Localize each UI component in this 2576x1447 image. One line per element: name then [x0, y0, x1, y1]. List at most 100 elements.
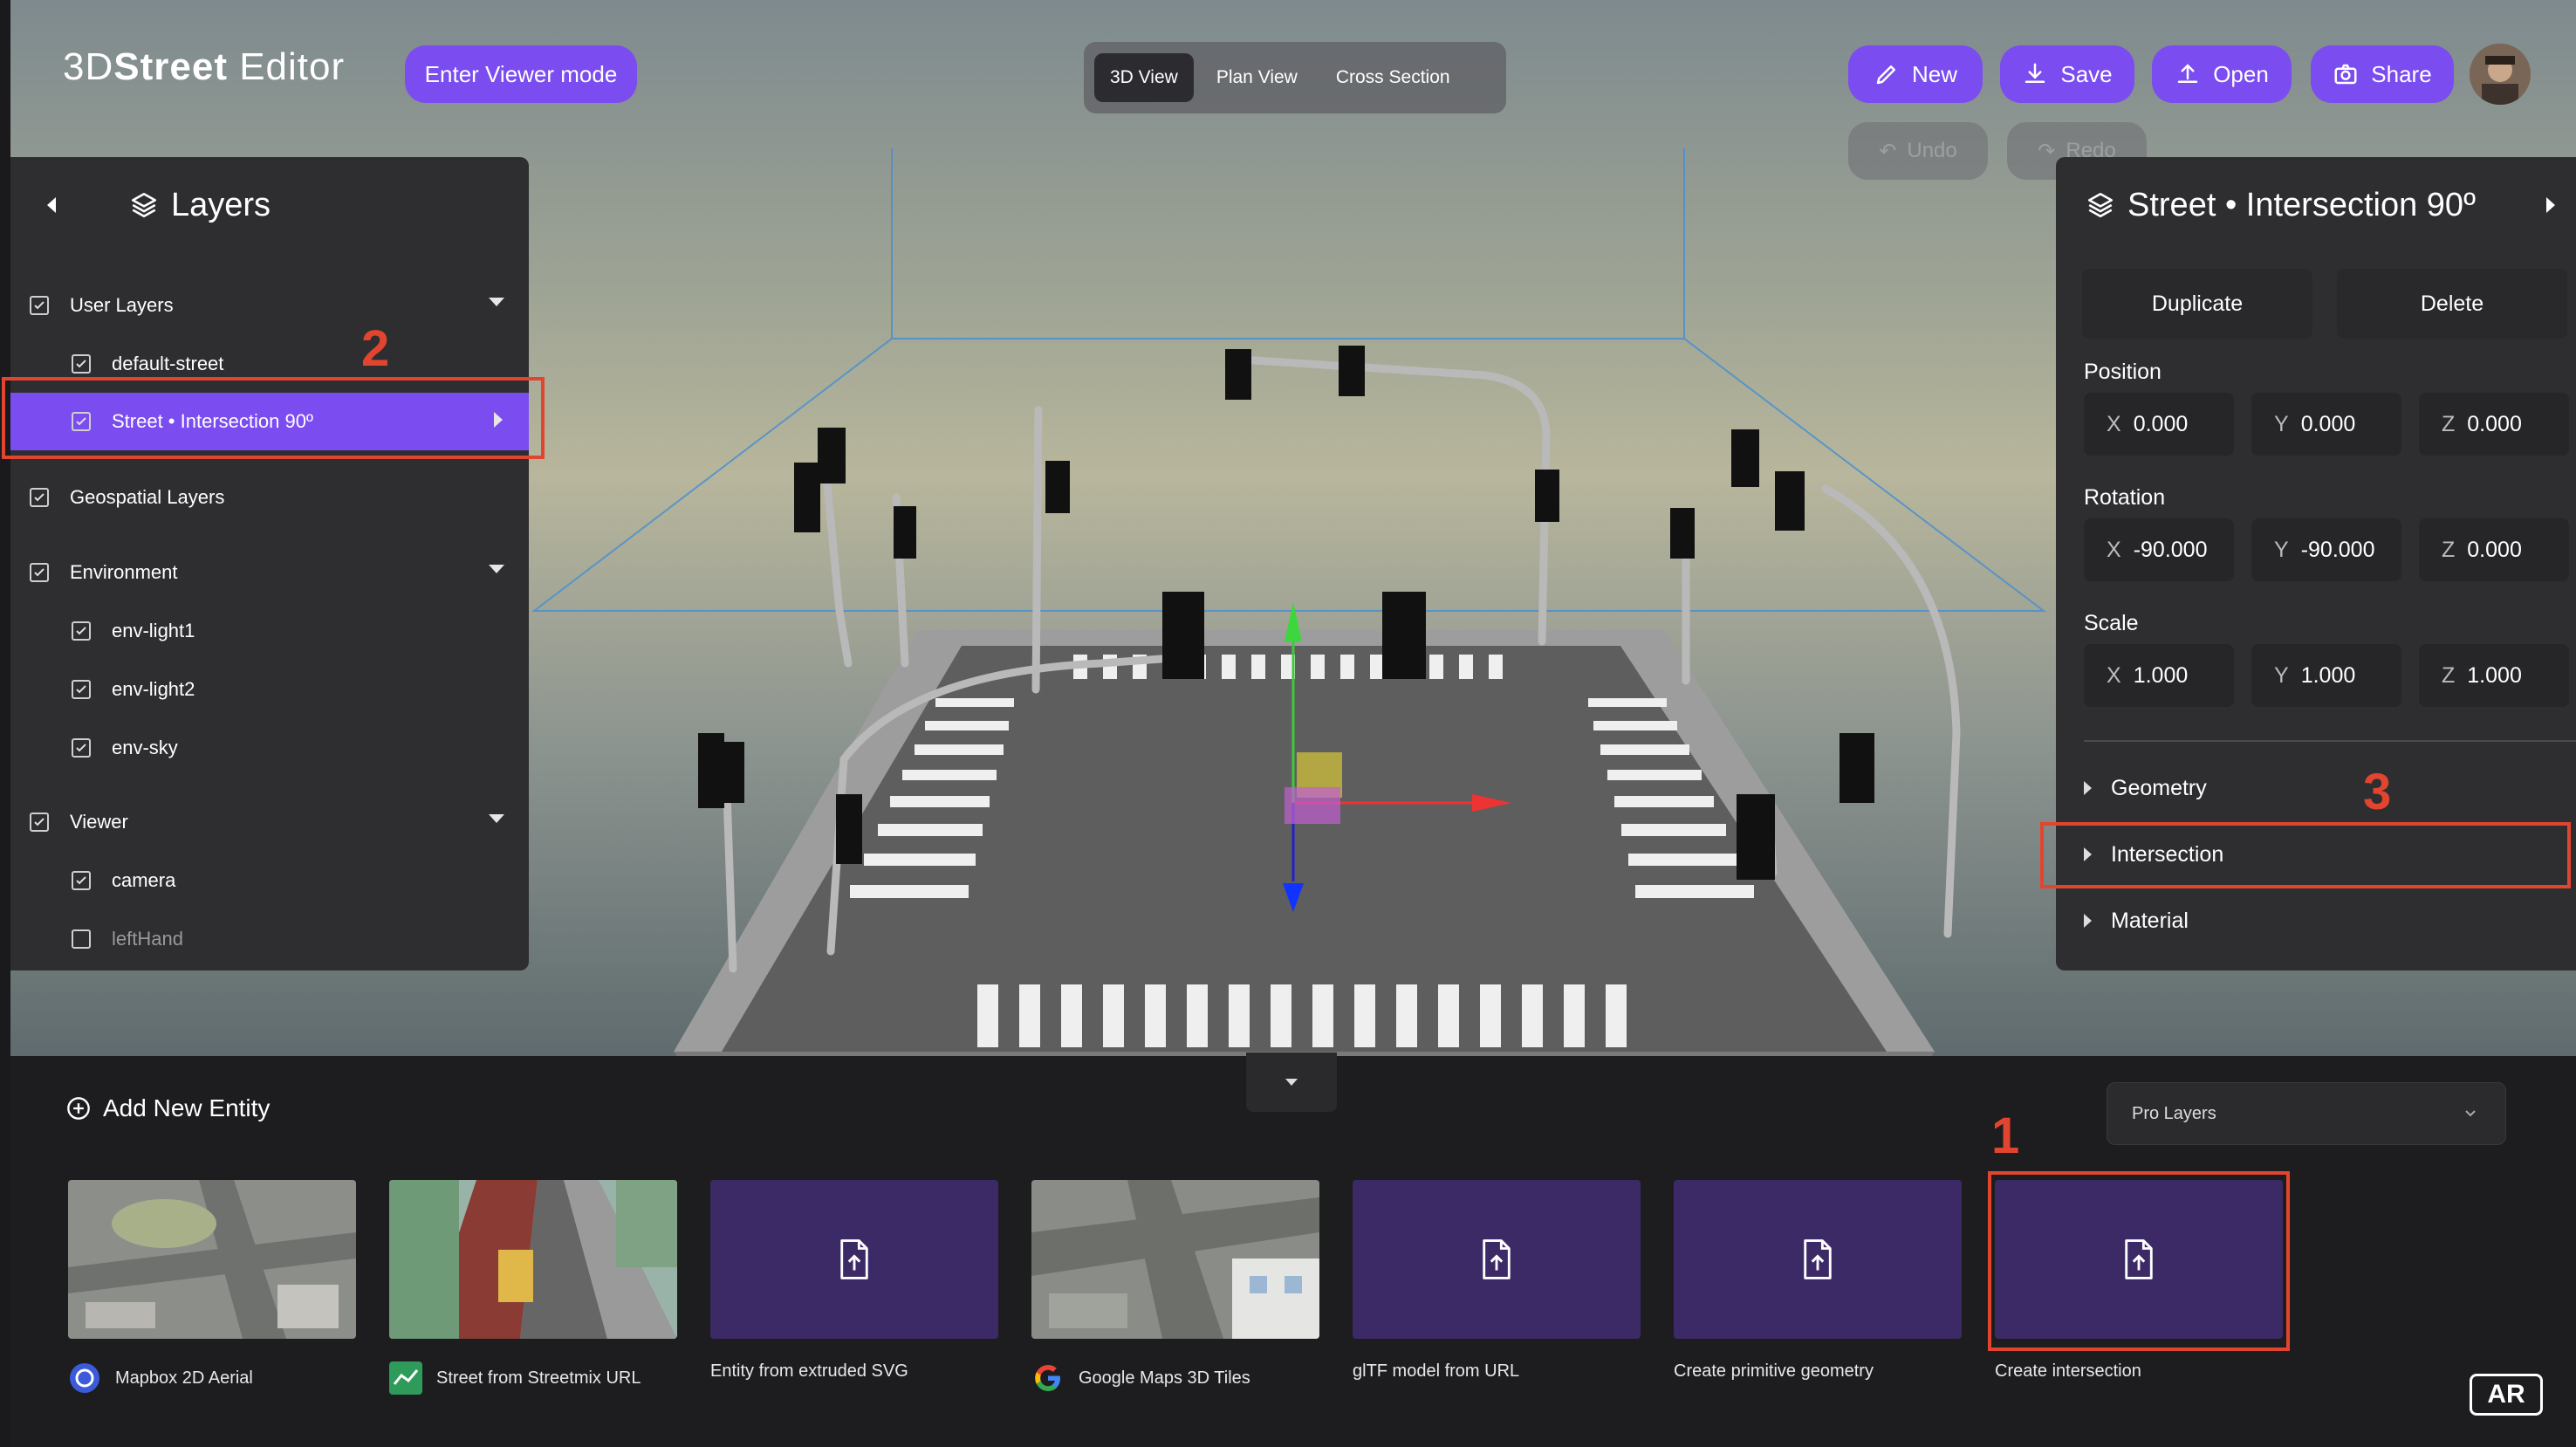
checkbox-icon[interactable]: [72, 680, 91, 699]
divider: [2084, 740, 2576, 742]
chevron-down-icon[interactable]: [489, 814, 504, 823]
entity-label-gltf: glTF model from URL: [1353, 1361, 1520, 1381]
file-upload-icon: [1804, 1239, 1832, 1279]
entity-card-mapbox[interactable]: [68, 1180, 356, 1339]
tab-3d-view[interactable]: 3D View: [1094, 53, 1194, 102]
layer-label: Viewer: [70, 811, 128, 833]
streetmix-icon: [389, 1361, 422, 1395]
checkbox-icon[interactable]: [30, 296, 49, 315]
undo-button[interactable]: ↶ Undo: [1848, 122, 1988, 180]
tab-plan-view[interactable]: Plan View: [1201, 53, 1313, 102]
delete-button[interactable]: Delete: [2337, 269, 2567, 339]
entity-label-google-tiles: Google Maps 3D Tiles: [1031, 1361, 1250, 1395]
tab-cross-section[interactable]: Cross Section: [1320, 53, 1466, 102]
position-y-field[interactable]: Y 0.000: [2251, 393, 2401, 456]
ar-button[interactable]: AR: [2470, 1374, 2543, 1416]
axis-y-label: Y: [2274, 537, 2289, 562]
entity-card-google-tiles[interactable]: [1031, 1180, 1319, 1339]
file-upload-icon: [840, 1239, 868, 1279]
layers-icon: [2087, 192, 2114, 218]
layer-group-user-layers[interactable]: User Layers: [10, 277, 529, 334]
section-label: Geometry: [2111, 775, 2207, 800]
annotation-box-1: [1988, 1171, 2290, 1351]
entity-label-extruded-svg: Entity from extruded SVG: [710, 1361, 908, 1381]
dropdown-value: Pro Layers: [2132, 1103, 2216, 1123]
entity-card-extruded-svg[interactable]: [710, 1180, 998, 1339]
scale-z-field[interactable]: Z 1.000: [2419, 644, 2569, 707]
axis-x-label: X: [2107, 411, 2121, 436]
annotation-number-2: 2: [361, 320, 390, 377]
checkbox-icon[interactable]: [30, 563, 49, 582]
layer-item-env-sky[interactable]: env-sky: [10, 719, 529, 777]
layer-group-viewer[interactable]: Viewer: [10, 793, 529, 851]
collapse-panel-icon[interactable]: [47, 197, 56, 213]
duplicate-button[interactable]: Duplicate: [2082, 269, 2312, 339]
section-material[interactable]: Material: [2084, 890, 2189, 951]
checkbox-icon[interactable]: [72, 738, 91, 758]
checkbox-icon[interactable]: [72, 621, 91, 641]
axis-x-label: X: [2107, 537, 2121, 562]
share-label: Share: [2371, 60, 2432, 87]
rotation-z-value: 0.000: [2467, 537, 2522, 562]
layer-group-geospatial[interactable]: Geospatial Layers: [10, 469, 529, 526]
checkbox-icon[interactable]: [72, 871, 91, 890]
app-logo: 3DStreet Editor: [63, 45, 346, 88]
layer-label: Environment: [70, 561, 178, 583]
view-mode-tabs: 3D View Plan View Cross Section: [1084, 42, 1506, 113]
layer-item-camera[interactable]: camera: [10, 852, 529, 909]
open-label: Open: [2213, 60, 2269, 87]
entity-card-primitive-geometry[interactable]: [1674, 1180, 1962, 1339]
collapse-panel-icon[interactable]: [2546, 197, 2555, 213]
share-button[interactable]: Share: [2311, 45, 2454, 103]
user-avatar[interactable]: [2470, 44, 2531, 105]
scale-x-field[interactable]: X 1.000: [2084, 644, 2234, 707]
collapse-bottom-panel-button[interactable]: [1246, 1053, 1337, 1112]
properties-header: Street • Intersection 90º: [2056, 157, 2576, 253]
entity-card-gltf[interactable]: [1353, 1180, 1641, 1339]
rotation-x-field[interactable]: X -90.000: [2084, 518, 2234, 581]
enter-viewer-mode-label: Enter Viewer mode: [424, 60, 618, 87]
rotation-y-value: -90.000: [2300, 537, 2375, 562]
chevron-down-icon[interactable]: [489, 298, 504, 306]
axis-z-label: Z: [2442, 537, 2456, 562]
camera-share-icon: [2334, 64, 2357, 85]
pencil-icon: [1876, 65, 1895, 85]
layer-item-lefthand[interactable]: leftHand: [10, 910, 529, 968]
undo-icon: ↶: [1879, 139, 1897, 163]
checkbox-icon[interactable]: [72, 354, 91, 374]
layer-label: User Layers: [70, 294, 174, 316]
axis-y-label: Y: [2274, 411, 2289, 436]
chevron-down-icon: [1285, 1079, 1298, 1086]
annotation-box-3: [2040, 822, 2571, 888]
add-new-entity-title: Add New Entity: [103, 1094, 271, 1121]
scale-y-value: 1.000: [2300, 662, 2356, 688]
scale-x-value: 1.000: [2133, 662, 2189, 688]
enter-viewer-mode-button[interactable]: Enter Viewer mode: [405, 45, 637, 103]
layer-item-env-light1[interactable]: env-light1: [10, 602, 529, 660]
open-button[interactable]: Open: [2152, 45, 2292, 103]
save-button[interactable]: Save: [2000, 45, 2134, 103]
chevron-down-icon[interactable]: [489, 565, 504, 573]
streetmix-thumbnail: [389, 1180, 677, 1339]
position-z-field[interactable]: Z 0.000: [2419, 393, 2569, 456]
mapbox-icon: [70, 1363, 99, 1393]
checkbox-icon[interactable]: [72, 929, 91, 949]
scale-y-field[interactable]: Y 1.000: [2251, 644, 2401, 707]
layers-icon: [131, 192, 157, 218]
layer-item-env-light2[interactable]: env-light2: [10, 661, 529, 718]
rotation-y-field[interactable]: Y -90.000: [2251, 518, 2401, 581]
layer-type-dropdown[interactable]: Pro Layers: [2107, 1082, 2506, 1145]
position-x-field[interactable]: X 0.000: [2084, 393, 2234, 456]
section-geometry[interactable]: Geometry: [2084, 758, 2207, 819]
checkbox-icon[interactable]: [30, 813, 49, 832]
layer-group-environment[interactable]: Environment: [10, 544, 529, 601]
axis-y-label: Y: [2274, 662, 2289, 688]
rotation-z-field[interactable]: Z 0.000: [2419, 518, 2569, 581]
layer-label: camera: [112, 869, 176, 891]
entity-card-streetmix[interactable]: [389, 1180, 677, 1339]
new-label: New: [1911, 60, 1957, 87]
google-tiles-thumbnail: [1031, 1180, 1319, 1339]
checkbox-icon[interactable]: [30, 488, 49, 507]
new-button[interactable]: New: [1848, 45, 1983, 103]
google-icon: [1035, 1365, 1060, 1391]
